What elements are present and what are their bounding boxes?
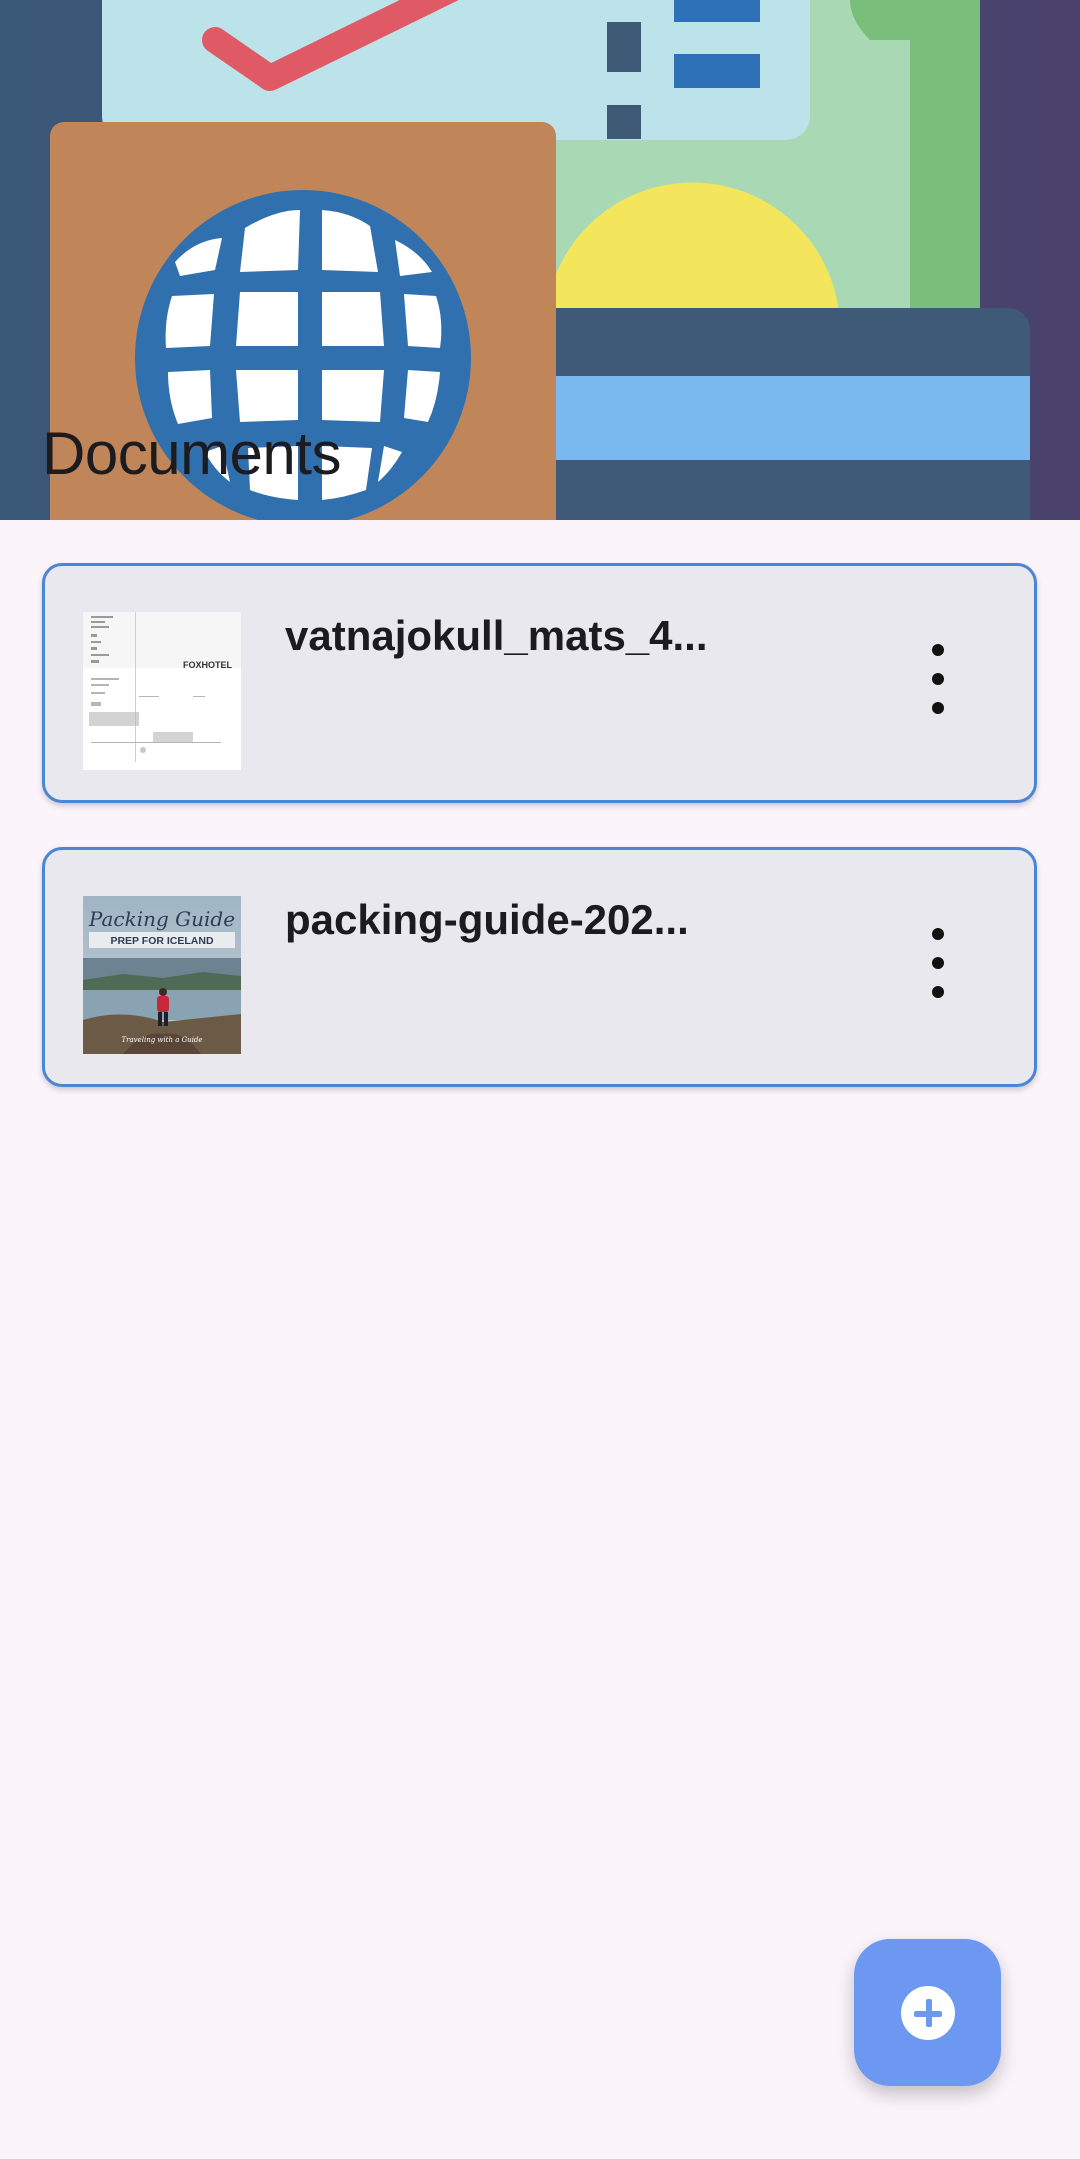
add-document-button[interactable] bbox=[854, 1939, 1001, 2086]
more-options-icon[interactable] bbox=[924, 644, 952, 714]
packing-guide-cover-thumbnail: Packing Guide PREP FOR ICELAND Traveling… bbox=[83, 896, 241, 1054]
document-card[interactable]: FOXHOTEL vatnajokull_mats_4... bbox=[42, 563, 1037, 803]
header-illustration: Documents bbox=[0, 0, 1080, 520]
pdf-document-thumbnail: FOXHOTEL bbox=[83, 612, 241, 770]
page-title: Documents bbox=[42, 420, 341, 487]
add-circle-icon bbox=[900, 1985, 955, 2040]
svg-text:Traveling with a Guide: Traveling with a Guide bbox=[121, 1036, 202, 1044]
more-options-icon[interactable] bbox=[924, 928, 952, 998]
svg-text:FOXHOTEL: FOXHOTEL bbox=[183, 660, 233, 670]
document-name: packing-guide-202... bbox=[285, 896, 689, 943]
documents-screen: Documents FOXHOTEL vatnajokull_mats_4...… bbox=[0, 0, 1080, 2159]
document-name: vatnajokull_mats_4... bbox=[285, 612, 708, 659]
document-list: FOXHOTEL vatnajokull_mats_4... Packing G… bbox=[42, 563, 1037, 1131]
svg-text:Packing Guide: Packing Guide bbox=[88, 907, 235, 931]
document-card[interactable]: Packing Guide PREP FOR ICELAND Traveling… bbox=[42, 847, 1037, 1087]
svg-text:PREP FOR ICELAND: PREP FOR ICELAND bbox=[110, 935, 213, 947]
